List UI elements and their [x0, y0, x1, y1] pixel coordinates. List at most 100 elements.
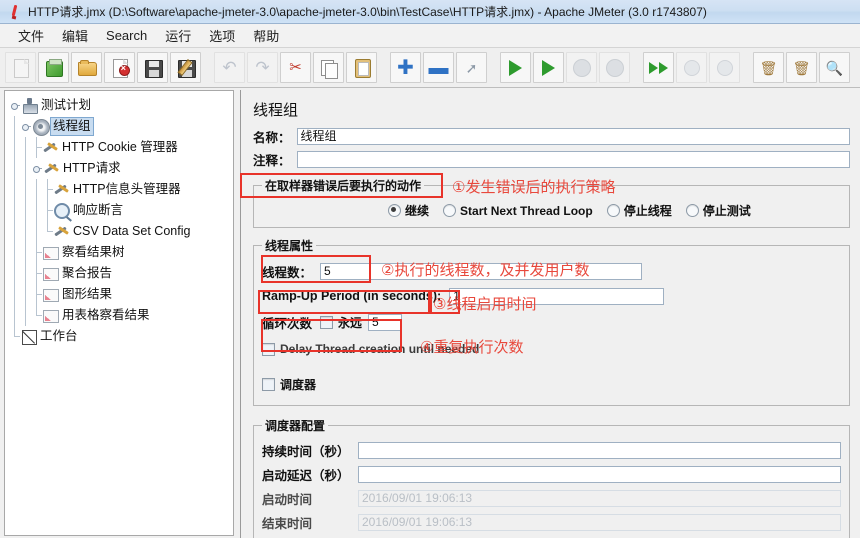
checkbox-icon — [262, 377, 275, 391]
thread-count-input[interactable]: 5 — [320, 262, 643, 280]
start-time-label: 启动时间 — [262, 492, 313, 507]
save-as-button[interactable] — [170, 52, 201, 83]
new-button[interactable] — [5, 52, 36, 83]
test-plan-tree: 测试计划 线程组 HTTP Cookie 管理器 HTTP请求 HTTP信息头管… — [5, 91, 233, 347]
redo-button[interactable]: ↷ — [247, 52, 278, 83]
tree-node-graph-results[interactable]: 图形结果 — [9, 284, 233, 305]
tree-line — [31, 179, 42, 200]
tree-line — [20, 221, 31, 242]
expand-handle-icon[interactable] — [31, 163, 42, 174]
paste-button[interactable] — [346, 52, 377, 83]
delay-thread-checkbox[interactable]: Delay Thread creation until needed — [262, 342, 479, 356]
start-time-input[interactable]: 2016/09/01 19:06:13 — [358, 489, 841, 507]
tree-node-label: 聚合报告 — [62, 266, 113, 280]
checkbox-icon — [262, 342, 275, 356]
ramp-up-input[interactable]: 1 — [449, 287, 665, 305]
radio-dot-icon — [606, 204, 620, 217]
expand-handle-icon[interactable] — [9, 100, 20, 111]
tree-node-http-request[interactable]: HTTP请求 — [9, 158, 233, 179]
end-time-input[interactable]: 2016/09/01 19:06:13 — [358, 513, 841, 531]
remote-start-all-icon — [649, 58, 669, 78]
shutdown-button[interactable] — [599, 52, 630, 83]
tree-node-view-results-tree[interactable]: 察看结果树 — [9, 242, 233, 263]
checkbox-icon — [320, 315, 334, 329]
radio-dot-icon — [443, 204, 457, 217]
radio-stop-test[interactable]: 停止测试 — [685, 202, 751, 219]
toolbar-separator-4 — [632, 52, 641, 83]
tree-node-response-assertion[interactable]: 响应断言 — [9, 200, 233, 221]
cut-button[interactable]: ✂ — [280, 52, 311, 83]
tree-node-csv-data-set-config[interactable]: CSV Data Set Config — [9, 221, 233, 242]
save-button[interactable] — [137, 52, 168, 83]
loop-forever-checkbox[interactable]: 永远 — [320, 314, 362, 331]
tree-node-view-results-in-table[interactable]: 用表格察看结果 — [9, 305, 233, 326]
name-input[interactable]: 线程组 — [296, 128, 850, 145]
tree-node-test-plan[interactable]: 测试计划 — [9, 95, 233, 116]
close-button[interactable] — [104, 52, 135, 83]
remote-stop-all-button[interactable] — [676, 52, 707, 83]
undo-button[interactable]: ↶ — [214, 52, 245, 83]
scheduler-checkbox[interactable]: 调度器 — [262, 376, 316, 393]
menu-help[interactable]: 帮助 — [245, 24, 287, 47]
name-row: 名称： 线程组 — [241, 126, 860, 147]
tree-line — [20, 305, 31, 326]
tree-line — [31, 200, 42, 221]
tree-node-thread-group[interactable]: 线程组 — [9, 116, 233, 137]
tree-node-label: 工作台 — [40, 329, 78, 343]
tree-line — [31, 284, 42, 305]
menu-edit[interactable]: 编辑 — [54, 24, 96, 47]
templates-button[interactable] — [38, 52, 69, 83]
radio-stop-thread[interactable]: 停止线程 — [606, 202, 672, 219]
tree-node-aggregate-report[interactable]: 聚合报告 — [9, 263, 233, 284]
clear-all-button[interactable]: 🗑 — [786, 52, 817, 83]
menu-file[interactable]: 文件 — [10, 24, 52, 47]
startup-delay-input[interactable] — [358, 465, 841, 483]
expand-all-button[interactable]: ✚ — [390, 52, 421, 83]
end-time-row: 结束时间 2016/09/01 19:06:13 — [262, 510, 841, 534]
toolbar-separator-2 — [379, 52, 388, 83]
menu-run[interactable]: 运行 — [157, 24, 199, 47]
open-button[interactable] — [71, 52, 102, 83]
collapse-all-button[interactable]: ▬ — [423, 52, 454, 83]
expand-handle-icon[interactable] — [20, 121, 31, 132]
remote-stop-all-icon — [682, 58, 702, 78]
test-plan-tree-panel[interactable]: 测试计划 线程组 HTTP Cookie 管理器 HTTP请求 HTTP信息头管… — [4, 90, 234, 536]
toggle-button[interactable]: ➚ — [456, 52, 487, 83]
duration-input[interactable] — [358, 441, 841, 459]
config-wrench-icon — [53, 223, 70, 240]
startup-delay-label: 启动延迟（秒） — [262, 468, 350, 483]
radio-start-next-thread-loop[interactable]: Start Next Thread Loop — [443, 204, 593, 218]
tree-node-http-cookie-manager[interactable]: HTTP Cookie 管理器 — [9, 137, 233, 158]
menu-search[interactable]: Search — [98, 26, 155, 45]
tree-node-http-header-manager[interactable]: HTTP信息头管理器 — [9, 179, 233, 200]
tree-node-label: 用表格察看结果 — [62, 308, 150, 322]
radio-continue[interactable]: 继续 — [388, 202, 429, 219]
shutdown-icon — [605, 58, 625, 78]
tree-line — [9, 284, 20, 305]
listener-chart-icon — [42, 244, 59, 261]
remote-shutdown-all-button[interactable] — [709, 52, 740, 83]
stop-button[interactable] — [566, 52, 597, 83]
start-button[interactable] — [500, 52, 531, 83]
tree-node-label: HTTP请求 — [63, 161, 121, 175]
comment-row: 注释： — [241, 147, 860, 170]
tree-line — [42, 221, 53, 242]
start-no-pause-button[interactable] — [533, 52, 564, 83]
remote-start-all-button[interactable] — [643, 52, 674, 83]
toolbar-separator-5 — [742, 52, 751, 83]
config-wrench-icon — [42, 139, 59, 156]
thread-group-gear-icon — [32, 118, 50, 136]
radio-label: 停止测试 — [702, 204, 751, 218]
end-time-label: 结束时间 — [262, 516, 313, 531]
clear-button[interactable]: 🗑 — [753, 52, 784, 83]
open-folder-icon — [77, 58, 97, 78]
listener-chart-icon — [42, 286, 59, 303]
comment-input[interactable] — [296, 151, 850, 168]
tree-line — [9, 305, 20, 326]
tree-line — [31, 305, 42, 326]
menu-options[interactable]: 选项 — [201, 24, 243, 47]
loop-count-input[interactable]: 5 — [368, 313, 403, 331]
tree-node-workbench[interactable]: 工作台 — [9, 326, 233, 347]
copy-button[interactable] — [313, 52, 344, 83]
search-button[interactable]: 🔍 — [819, 52, 850, 83]
